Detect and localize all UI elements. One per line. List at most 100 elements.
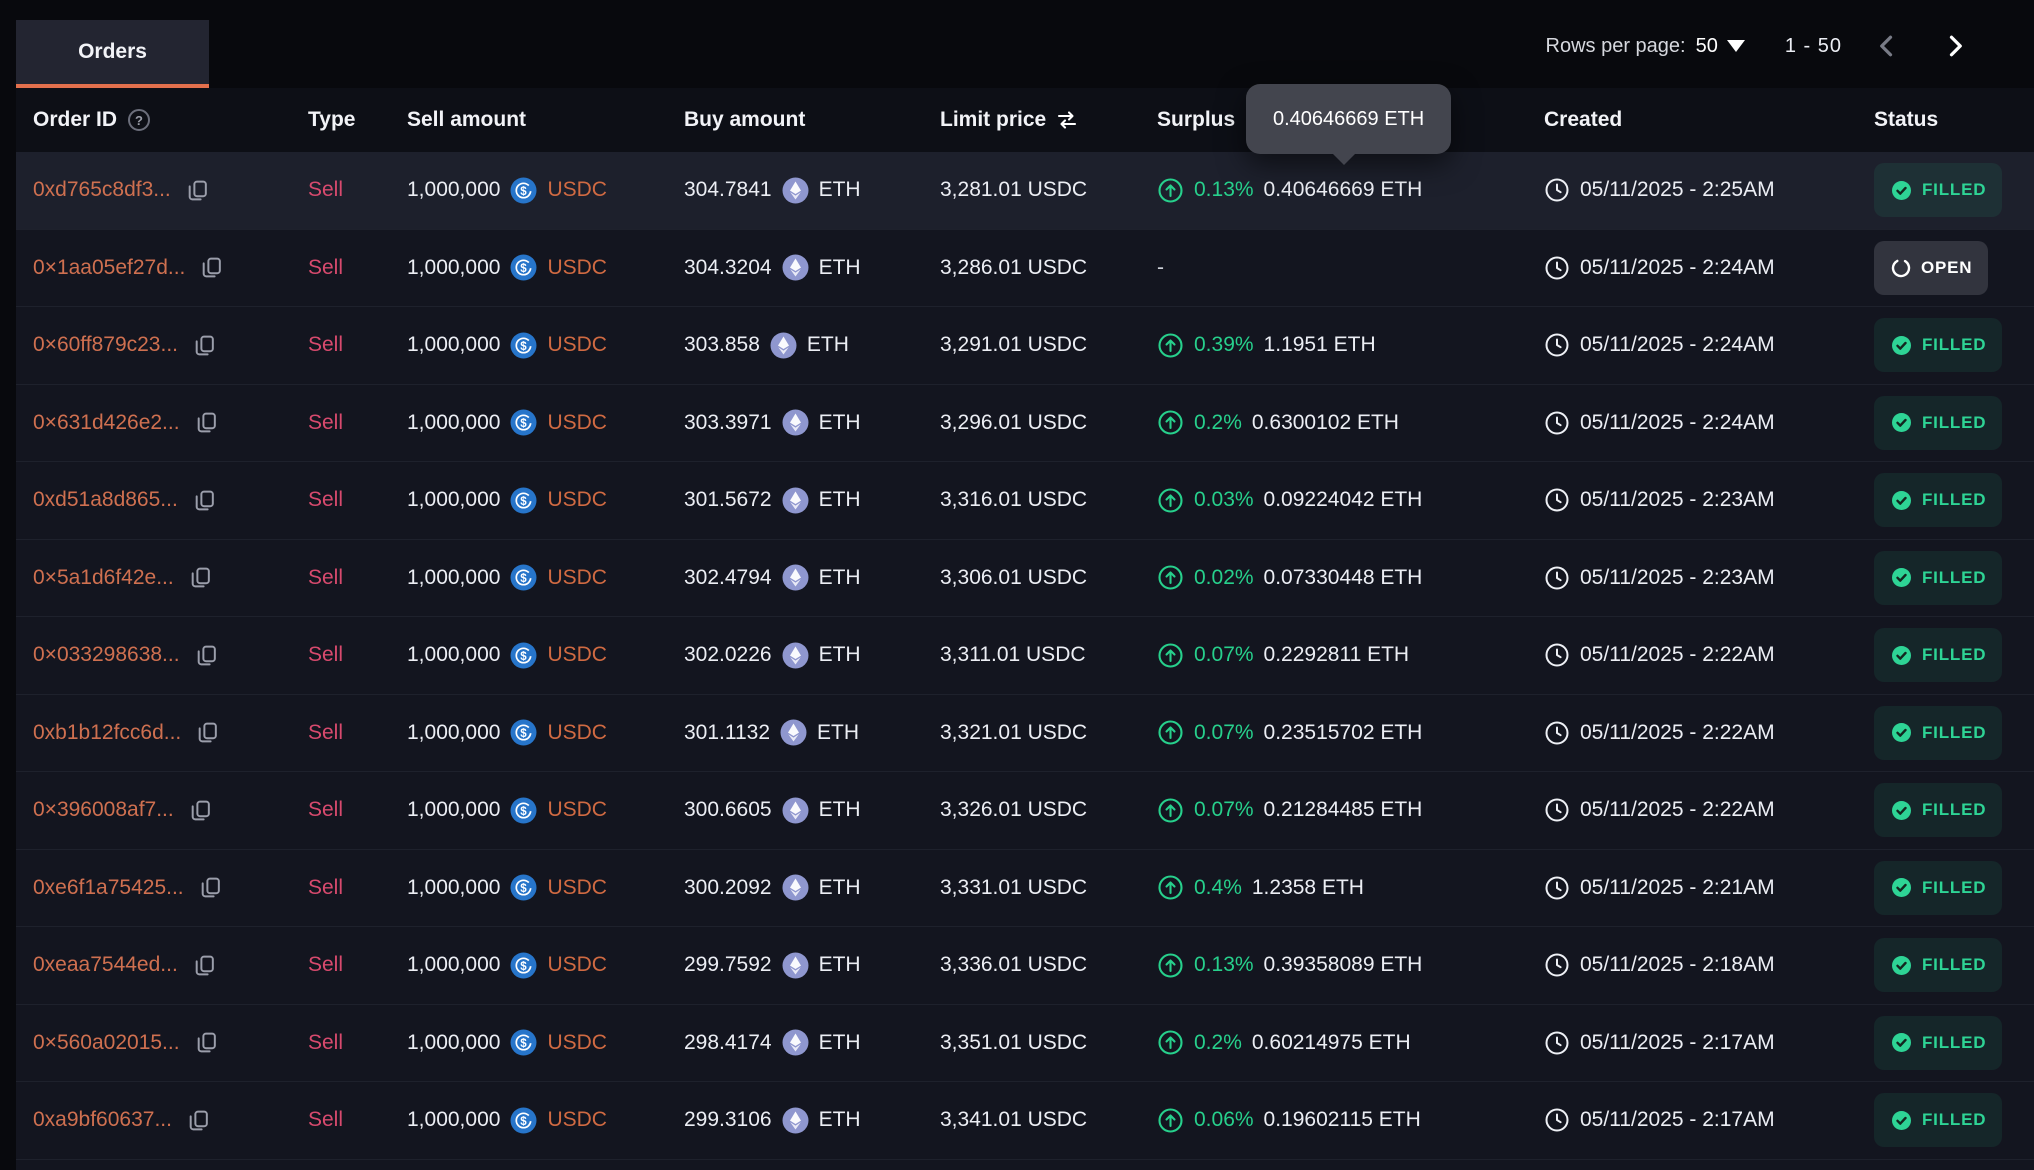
- order-id-link[interactable]: 0×631d426e2...: [33, 411, 180, 435]
- sell-token-link[interactable]: USDC: [547, 798, 607, 822]
- order-id-link[interactable]: 0xe6f1a75425...: [33, 876, 184, 900]
- sell-token-link[interactable]: USDC: [547, 488, 607, 512]
- created-cell: 05/11/2025 - 2:18AM: [1544, 952, 1874, 978]
- copy-button[interactable]: [194, 1030, 219, 1055]
- order-id-link[interactable]: 0xeaa7544ed...: [33, 953, 178, 977]
- chevron-right-icon: [1939, 31, 1969, 61]
- copy-button[interactable]: [188, 798, 213, 823]
- created-value: 05/11/2025 - 2:25AM: [1580, 178, 1775, 202]
- sell-token-link[interactable]: USDC: [547, 178, 607, 202]
- swap-arrows-icon[interactable]: [1055, 108, 1079, 132]
- created-value: 05/11/2025 - 2:17AM: [1580, 1108, 1775, 1132]
- sell-amount-cell: 1,000,000 $ USDC: [407, 177, 684, 204]
- surplus-cell: 0.2% 0.60214975 ETH: [1157, 1029, 1544, 1056]
- question-circle-icon[interactable]: ?: [126, 107, 152, 133]
- table-row[interactable]: 0xe6f1a75425... Sell 1,000,000 $ USDC 30…: [16, 850, 2034, 928]
- copy-button[interactable]: [194, 410, 219, 435]
- copy-icon: [188, 565, 213, 590]
- rows-per-page-select[interactable]: 50: [1696, 35, 1745, 58]
- surplus-percent: 0.07%: [1194, 798, 1254, 822]
- status-label: OPEN: [1921, 258, 1972, 278]
- pagination-controls: Rows per page: 50 1 - 50: [1546, 26, 1974, 66]
- arrow-up-circle-icon: [1157, 797, 1184, 824]
- buy-token-label: ETH: [807, 333, 849, 357]
- surplus-percent: 0.2%: [1194, 1031, 1242, 1055]
- svg-text:$: $: [521, 883, 528, 895]
- copy-button[interactable]: [192, 488, 217, 513]
- limit-price-value: 3,311.01 USDC: [940, 643, 1086, 667]
- order-id-link[interactable]: 0×560a02015...: [33, 1031, 180, 1055]
- sell-token-link[interactable]: USDC: [547, 411, 607, 435]
- order-id-link[interactable]: 0xd51a8d865...: [33, 488, 178, 512]
- sell-token-link[interactable]: USDC: [547, 721, 607, 745]
- copy-button[interactable]: [194, 643, 219, 668]
- sell-token-link[interactable]: USDC: [547, 1031, 607, 1055]
- check-circle-icon: [1890, 1109, 1913, 1132]
- copy-button[interactable]: [192, 953, 217, 978]
- table-row[interactable]: 0×1aa05ef27d... Sell 1,000,000 $ USDC 30…: [16, 230, 2034, 308]
- order-id-link[interactable]: 0×60ff879c23...: [33, 333, 178, 357]
- copy-button[interactable]: [186, 1108, 211, 1133]
- arrow-up-circle-icon: [1157, 642, 1184, 669]
- copy-button[interactable]: [199, 255, 224, 280]
- table-row[interactable]: 0×033298638... Sell 1,000,000 $ USDC 302…: [16, 617, 2034, 695]
- buy-amount-cell: 304.3204 ETH: [684, 254, 940, 281]
- table-row[interactable]: 0xa9bf60637... Sell 1,000,000 $ USDC 299…: [16, 1082, 2034, 1160]
- order-id-link[interactable]: 0×5a1d6f42e...: [33, 566, 174, 590]
- limit-price-cell: 3,291.01 USDC: [940, 333, 1157, 357]
- order-id-link[interactable]: 0xb1b12fcc6d...: [33, 721, 181, 745]
- buy-amount-cell: 300.6605 ETH: [684, 797, 940, 824]
- sell-token-link[interactable]: USDC: [547, 1108, 607, 1132]
- sell-token-link[interactable]: USDC: [547, 876, 607, 900]
- copy-button[interactable]: [198, 875, 223, 900]
- limit-price-cell: 3,326.01 USDC: [940, 798, 1157, 822]
- copy-button[interactable]: [188, 565, 213, 590]
- surplus-cell: -: [1157, 256, 1544, 280]
- clock-icon: [1544, 487, 1570, 513]
- table-row[interactable]: 0×5a1d6f42e... Sell 1,000,000 $ USDC 302…: [16, 540, 2034, 618]
- table-row[interactable]: 0×396008af7... Sell 1,000,000 $ USDC 300…: [16, 772, 2034, 850]
- copy-button[interactable]: [195, 720, 220, 745]
- sell-amount-value: 1,000,000: [407, 488, 500, 512]
- order-id-link[interactable]: 0×396008af7...: [33, 798, 174, 822]
- order-id-link[interactable]: 0xd765c8df3...: [33, 178, 171, 202]
- clock-icon: [1544, 565, 1570, 591]
- sell-token-link[interactable]: USDC: [547, 643, 607, 667]
- clock-icon: [1544, 332, 1570, 358]
- table-row[interactable]: 0×631d426e2... Sell 1,000,000 $ USDC 303…: [16, 385, 2034, 463]
- eth-token-icon: [782, 564, 809, 591]
- type-cell: Sell: [308, 798, 407, 822]
- created-value: 05/11/2025 - 2:18AM: [1580, 953, 1775, 977]
- surplus-percent: 0.02%: [1194, 566, 1254, 590]
- table-row[interactable]: 0xd51a8d865... Sell 1,000,000 $ USDC 301…: [16, 462, 2034, 540]
- order-id-link[interactable]: 0×1aa05ef27d...: [33, 256, 185, 280]
- sell-token-link[interactable]: USDC: [547, 256, 607, 280]
- order-id-link[interactable]: 0xa9bf60637...: [33, 1108, 172, 1132]
- prev-page-button[interactable]: [1868, 26, 1908, 66]
- limit-price-value: 3,286.01 USDC: [940, 256, 1087, 280]
- clock-icon: [1544, 177, 1570, 203]
- buy-amount-cell: 299.3106 ETH: [684, 1107, 940, 1134]
- table-row[interactable]: 0xd765c8df3... Sell 1,000,000 $ USDC 304…: [16, 152, 2034, 230]
- order-type: Sell: [308, 256, 343, 280]
- copy-button[interactable]: [192, 333, 217, 358]
- sell-token-link[interactable]: USDC: [547, 953, 607, 977]
- table-row[interactable]: 0×60ff879c23... Sell 1,000,000 $ USDC 30…: [16, 307, 2034, 385]
- sell-token-link[interactable]: USDC: [547, 333, 607, 357]
- created-value: 05/11/2025 - 2:22AM: [1580, 721, 1775, 745]
- order-id-cell: 0×396008af7...: [33, 798, 308, 823]
- buy-amount-cell: 301.5672 ETH: [684, 487, 940, 514]
- table-row[interactable]: 0xb1b12fcc6d... Sell 1,000,000 $ USDC 30…: [16, 695, 2034, 773]
- buy-amount-value: 300.2092: [684, 876, 772, 900]
- tab-orders[interactable]: Orders: [16, 20, 209, 88]
- type-cell: Sell: [308, 566, 407, 590]
- sell-token-link[interactable]: USDC: [547, 566, 607, 590]
- limit-price-value: 3,281.01 USDC: [940, 178, 1087, 202]
- copy-button[interactable]: [185, 178, 210, 203]
- surplus-amount: 0.19602115 ETH: [1264, 1108, 1421, 1132]
- table-row[interactable]: 0×560a02015... Sell 1,000,000 $ USDC 298…: [16, 1005, 2034, 1083]
- order-id-link[interactable]: 0×033298638...: [33, 643, 180, 667]
- next-page-button[interactable]: [1934, 26, 1974, 66]
- table-row[interactable]: 0xeaa7544ed... Sell 1,000,000 $ USDC 299…: [16, 927, 2034, 1005]
- status-cell: FILLED: [1874, 706, 2034, 760]
